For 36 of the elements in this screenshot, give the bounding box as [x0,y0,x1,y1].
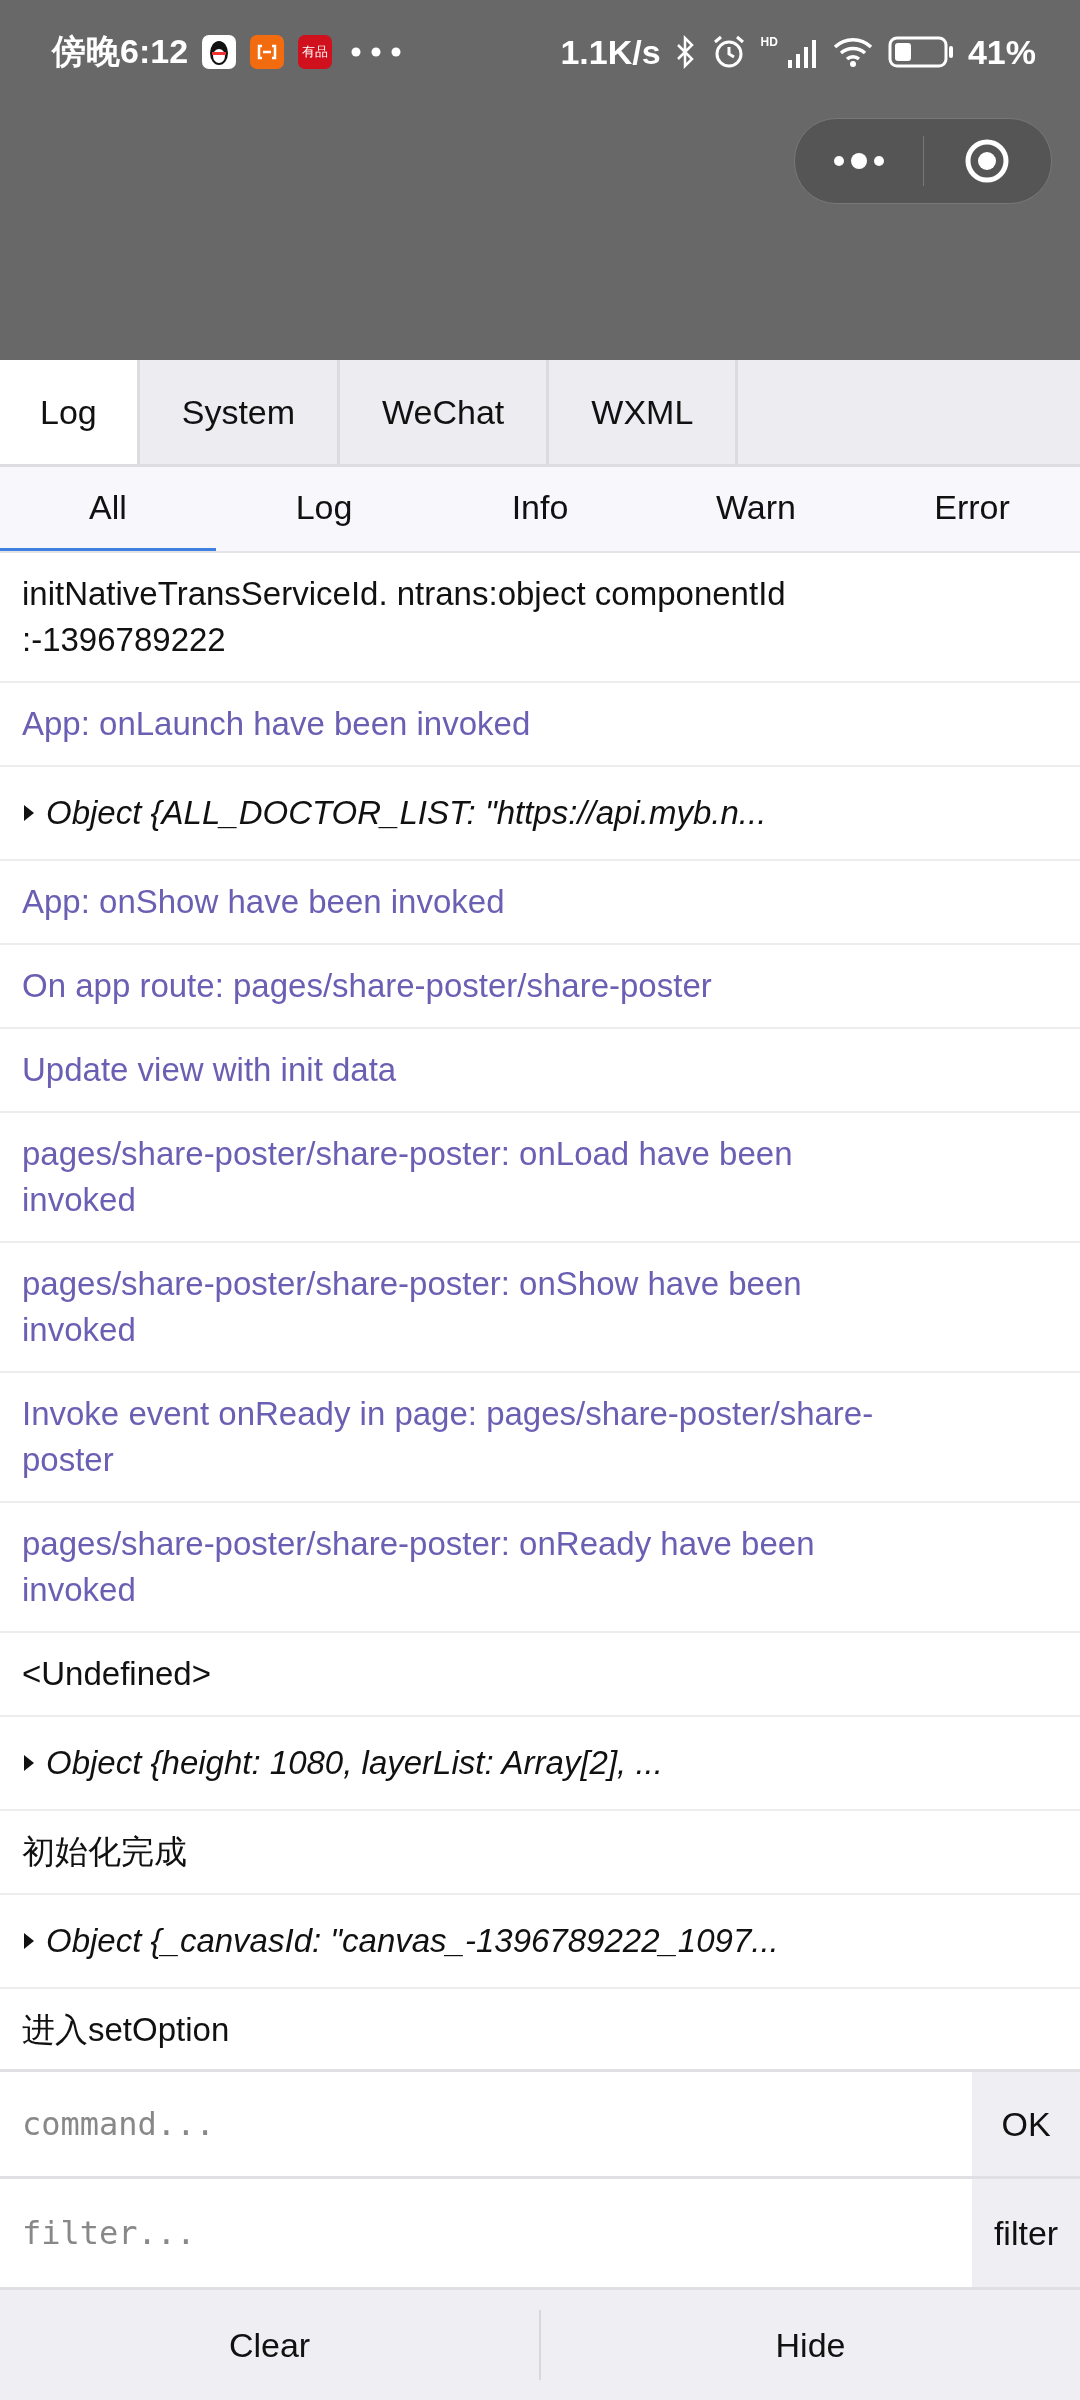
network-speed: 1.1K/s [560,32,661,72]
hide-button[interactable]: Hide [541,2290,1080,2400]
system-log-message: Update view with init data [22,1050,397,1090]
filter-tab[interactable]: All [0,467,216,551]
log-message: initNativeTransServiceId. ntrans:object componentId :-1396789222 [22,574,787,660]
hd-label: HD [760,35,778,49]
system-log-message: pages/share-poster/share-poster: onShow have been invoked [22,1264,803,1350]
log-message: 进入setOption [22,2010,230,2050]
battery-icon [887,36,954,68]
filter-tab[interactable]: Warn [648,467,864,551]
system-log-message: pages/share-poster/share-poster: onReady have been invoked [22,1524,816,1610]
filter-button[interactable]: filter [972,2179,1080,2287]
system-log-message: Invoke event onReady in page: pages/share-poster/share-poster [22,1394,875,1480]
wifi-icon [831,36,874,68]
log-message: <Undefined> [22,1654,211,1694]
clear-button[interactable]: Clear [0,2290,539,2400]
system-log-message: App: onLaunch have been invoked [22,704,531,744]
app-badge-icon: 有品 [298,35,333,69]
object-log-message: Object {height: 1080, layerList: Array[2], ... [46,1743,663,1783]
battery-percent: 41% [967,32,1036,72]
filter-tab[interactable]: Info [432,467,648,551]
expand-caret-icon[interactable] [22,803,36,823]
log-message: 初始化完成 [22,1832,187,1872]
expand-caret-icon[interactable] [22,1753,36,1773]
system-log-message: pages/share-poster/share-poster: onLoad have been invoked [22,1134,794,1220]
ok-button[interactable]: OK [972,2072,1080,2176]
system-log-message: On app route: pages/share-poster/share-poster [22,966,712,1006]
expand-caret-icon[interactable] [22,1931,36,1951]
clock-time: 傍晚6:12 [52,31,189,72]
object-log-message: Object {ALL_DOCTOR_LIST: "https://api.myb.n... [46,793,767,833]
filter-tab[interactable]: Error [864,467,1080,551]
tab[interactable]: Log [0,360,140,464]
system-log-message: App: onShow have been invoked [22,882,505,922]
filter-tab[interactable]: Log [216,467,432,551]
object-log-message: Object {_canvasId: "canvas_-1396789222_1097... [46,1921,779,1961]
bracket-app-icon [250,35,285,69]
